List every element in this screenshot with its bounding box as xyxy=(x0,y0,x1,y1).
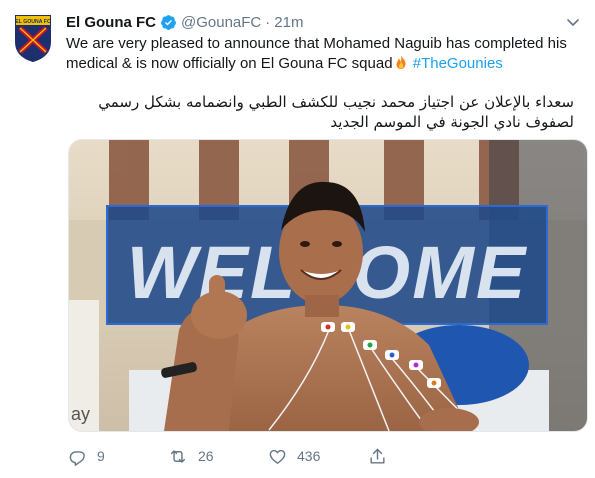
tweet: EL GOUNA FC El Gouna FC @GounaFC · 21m W… xyxy=(0,0,595,478)
reply-count: 9 xyxy=(97,448,105,464)
reply-button[interactable]: 9 xyxy=(68,447,168,466)
caret-down-icon[interactable] xyxy=(565,14,581,30)
timestamp[interactable]: 21m xyxy=(274,14,303,31)
tweet-actions: 9 26 436 xyxy=(68,444,508,468)
share-icon xyxy=(370,448,385,464)
sign-text: ay xyxy=(71,404,90,424)
reply-icon xyxy=(69,450,85,466)
like-button[interactable]: 436 xyxy=(268,447,368,466)
share-button[interactable] xyxy=(368,447,397,466)
retweet-icon xyxy=(170,449,186,463)
logo-text: EL GOUNA FC xyxy=(15,19,51,25)
verified-badge-icon xyxy=(161,14,176,30)
display-name[interactable]: El Gouna FC xyxy=(66,14,156,31)
tweet-header: El Gouna FC @GounaFC · 21m xyxy=(66,10,585,34)
tweet-text: We are very pleased to announce that Moh… xyxy=(66,34,586,74)
account-handle[interactable]: @GounaFC xyxy=(181,14,261,31)
retweet-button[interactable]: 26 xyxy=(168,447,268,466)
tweet-media[interactable]: ay WELCOME xyxy=(68,139,588,432)
fire-icon xyxy=(396,55,406,69)
media-photo: ay WELCOME xyxy=(69,140,587,431)
like-count: 436 xyxy=(297,448,321,464)
retweet-count: 26 xyxy=(198,448,214,464)
tweet-text-arabic: سعداء بالإعلان عن اجتياز محمد نجيب للكشف… xyxy=(98,93,574,131)
like-icon xyxy=(269,449,286,464)
avatar[interactable]: EL GOUNA FC xyxy=(14,12,52,62)
separator-dot: · xyxy=(265,13,271,31)
hashtag-link[interactable]: #TheGounies xyxy=(413,55,503,72)
